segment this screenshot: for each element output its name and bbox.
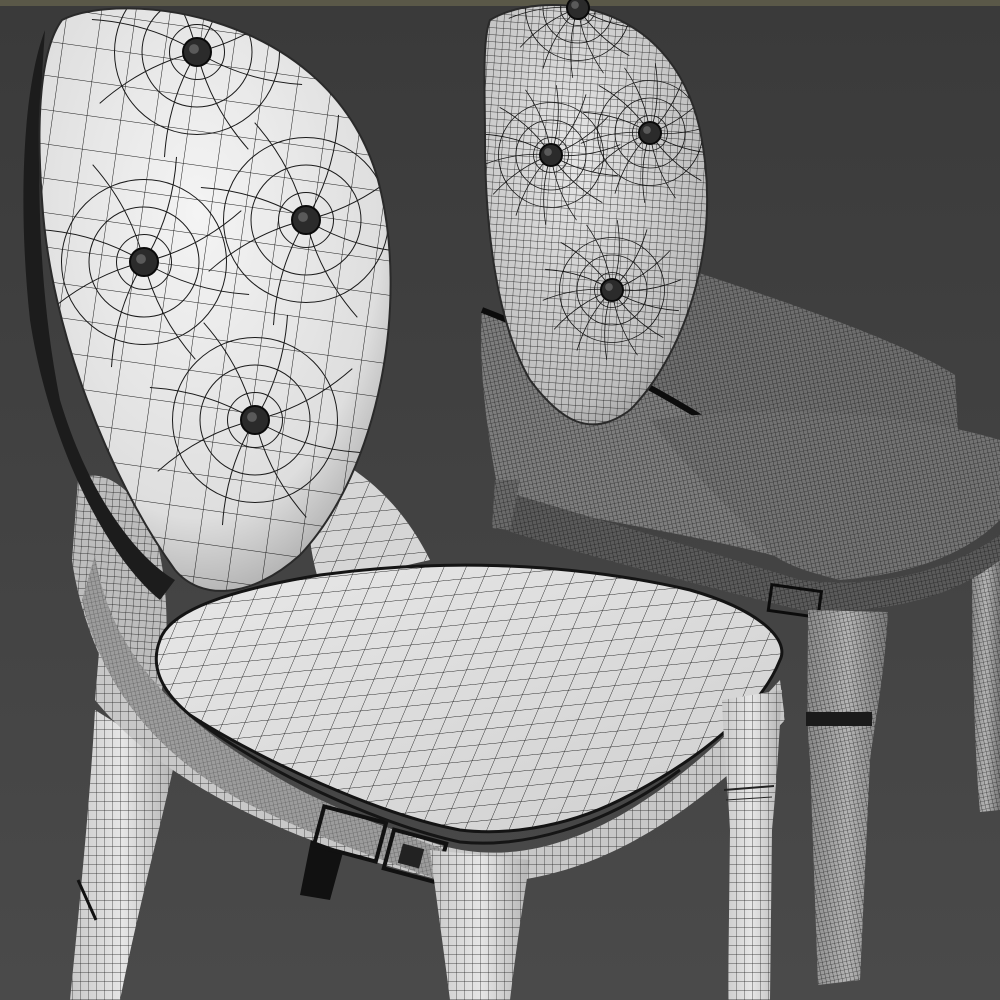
viewport-top-strip	[0, 0, 1000, 6]
wireframe-render	[0, 0, 1000, 1000]
rear-chair-tuft-button-highlight	[544, 148, 552, 156]
rear-chair-tuft-button-1	[539, 143, 563, 167]
front-chair-tuft-button-highlight	[136, 254, 146, 264]
rear-chair-leg-band	[806, 712, 872, 726]
rear-chair-tuft-button-highlight	[571, 1, 579, 9]
front-chair-tuft-button-highlight	[247, 412, 257, 422]
3d-viewport[interactable]	[0, 0, 1000, 1000]
front-chair-tuft-button-highlight	[298, 212, 308, 222]
front-chair-tuft-button-highlight	[189, 44, 199, 54]
rear-chair-tuft-button-2	[638, 121, 662, 145]
rear-chair-tuft-button-highlight	[605, 283, 613, 291]
rear-chair-tuft-button-3	[600, 278, 624, 302]
rear-chair-tuft-button-highlight	[643, 126, 651, 134]
